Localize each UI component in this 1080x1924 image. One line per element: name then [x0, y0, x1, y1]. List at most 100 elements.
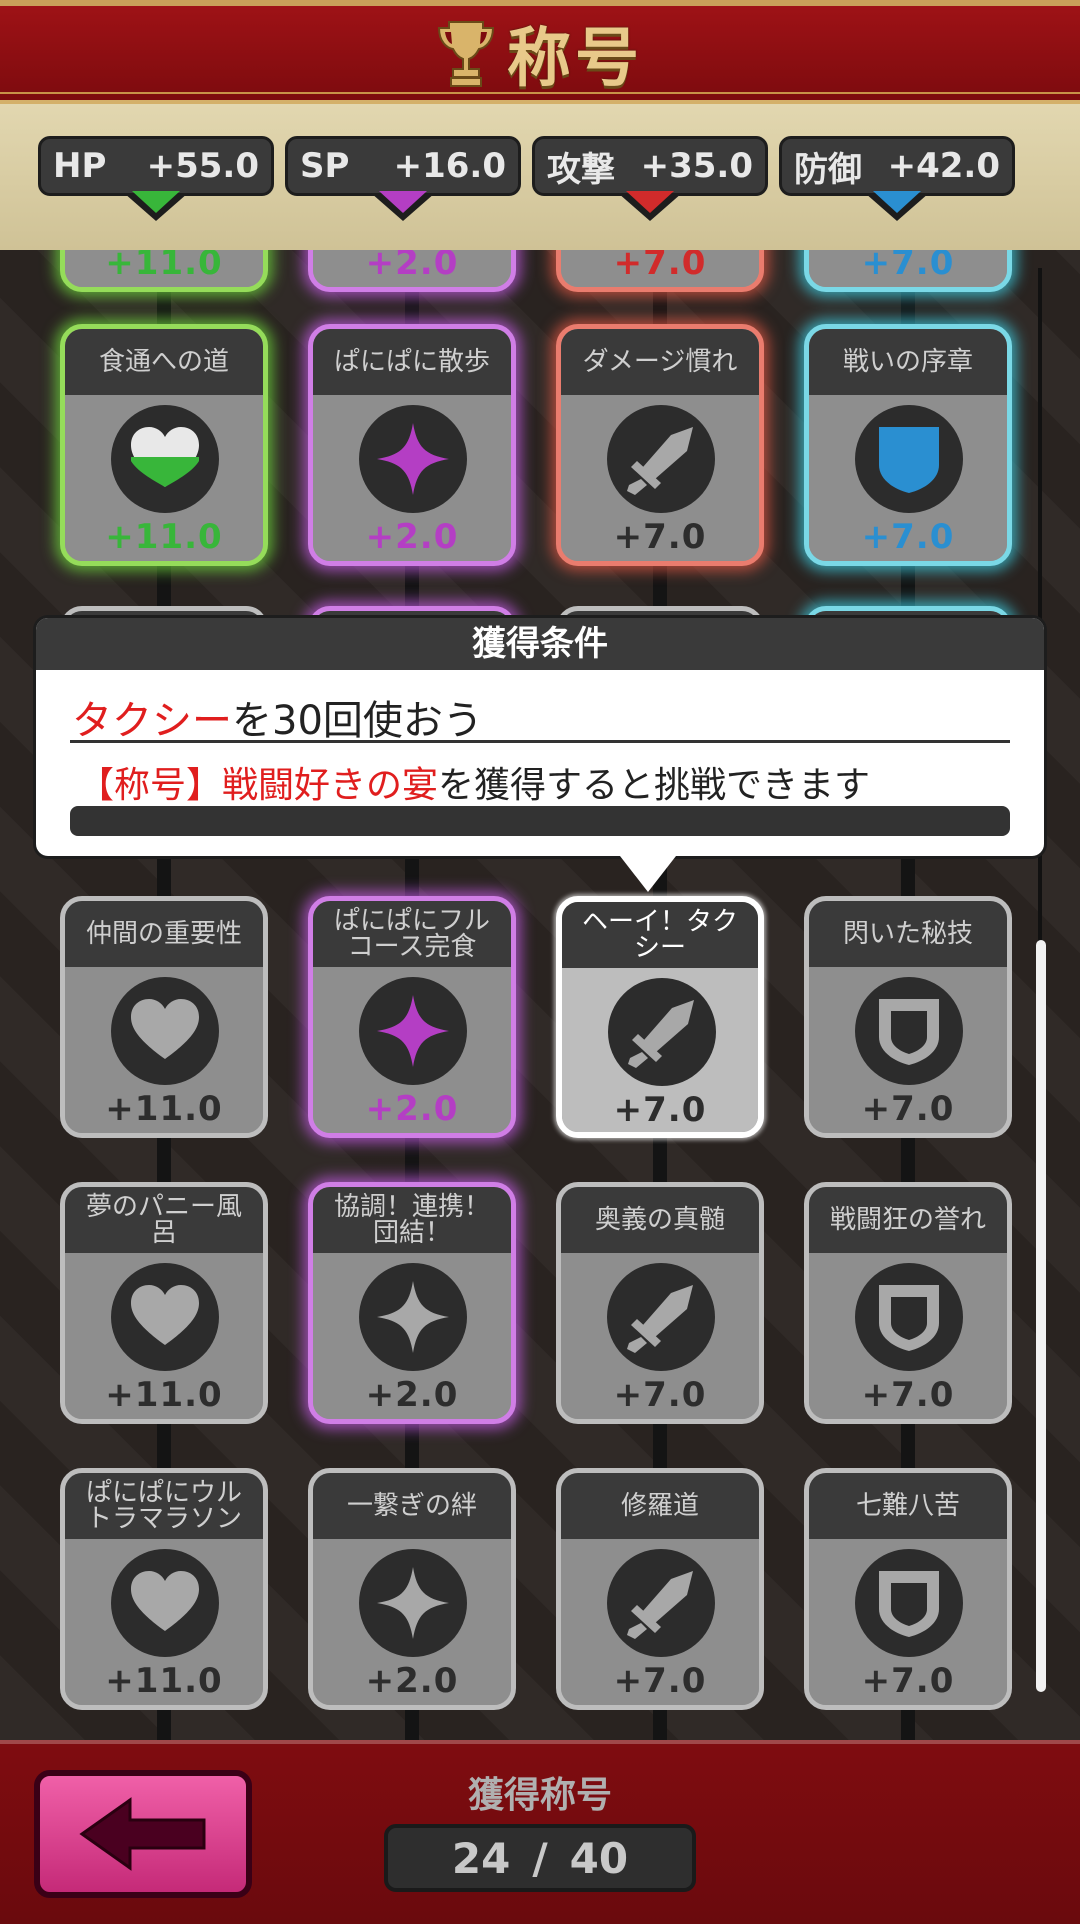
card-body: +7.0 — [809, 1539, 1007, 1705]
star-icon — [359, 977, 467, 1085]
acquired-titles-label: 獲得称号 — [467, 1775, 612, 1816]
card-value: +7.0 — [613, 1661, 707, 1701]
page-title: 称号 — [507, 22, 643, 96]
card-body: +7.0 — [561, 1253, 759, 1419]
popup-divider — [70, 740, 1010, 743]
sword-icon — [607, 1263, 715, 1371]
stat-value: +35.0 — [640, 146, 753, 186]
title-card-partial[interactable]: +7.0 — [804, 250, 1012, 292]
title-card-8[interactable]: 閃いた秘技 +7.0 — [804, 896, 1012, 1138]
sword-icon — [607, 1549, 715, 1657]
popup-tail — [620, 856, 676, 892]
condition-text: タクシーを30回使おう — [72, 688, 483, 746]
heart-icon — [111, 1549, 219, 1657]
title-card-13[interactable]: ぱにぱにウル トラマラソン +11.0 — [60, 1468, 268, 1710]
prerequisite-prefix: 【称号】 — [78, 765, 223, 806]
card-body: +7.0 — [562, 968, 758, 1132]
card-value: +7.0 — [613, 1090, 707, 1130]
card-body: +7.0 — [561, 1539, 759, 1705]
card-value: +11.0 — [105, 1089, 223, 1129]
card-value: +11.0 — [105, 250, 223, 283]
condition-highlight: タクシー — [72, 698, 232, 744]
prerequisite-rest: を獲得すると挑戦できます — [438, 765, 871, 806]
card-value: +7.0 — [613, 1375, 707, 1415]
card-title: 七難八苦 — [809, 1473, 1007, 1539]
card-body: +11.0 — [65, 1539, 263, 1705]
stat-pointer — [124, 191, 188, 221]
sword-icon — [607, 405, 715, 513]
card-title: 一繋ぎの絆 — [313, 1473, 511, 1539]
title-card-14[interactable]: 一繋ぎの絆 +2.0 — [308, 1468, 516, 1710]
star-icon — [359, 1549, 467, 1657]
title-card-4[interactable]: 戦いの序章 +7.0 — [804, 324, 1012, 566]
stat-pointer — [618, 191, 682, 221]
card-value: +2.0 — [365, 1089, 459, 1129]
stat-hp: HP +55.0 — [38, 136, 274, 221]
footer: 獲得称号 24 / 40 — [0, 1740, 1080, 1924]
card-title: 仲間の重要性 — [65, 901, 263, 967]
title-card-1[interactable]: 食通への道 +11.0 — [60, 324, 268, 566]
counter-separator: / — [532, 1833, 548, 1883]
card-value: +7.0 — [861, 1089, 955, 1129]
card-title: 閃いた秘技 — [809, 901, 1007, 967]
stat-pointer — [371, 191, 435, 221]
card-title: 戦いの序章 — [809, 329, 1007, 395]
title-card-9[interactable]: 夢のパニー風 呂 +11.0 — [60, 1182, 268, 1424]
title-card-16[interactable]: 七難八苦 +7.0 — [804, 1468, 1012, 1710]
card-body: +7.0 — [561, 395, 759, 561]
title-card-6[interactable]: ぱにぱにフル コース完食 +2.0 — [308, 896, 516, 1138]
condition-rest: を30回使おう — [232, 698, 483, 744]
acquisition-conditions-popup: 獲得条件 タクシーを30回使おう 【称号】戦闘好きの宴を獲得すると挑戦できます — [36, 618, 1044, 856]
title-card-partial[interactable]: +2.0 — [308, 250, 516, 292]
stat-label: 防御 — [794, 149, 862, 190]
star-icon — [359, 1263, 467, 1371]
title-counter: 24 / 40 — [384, 1824, 696, 1892]
card-value: +7.0 — [861, 250, 955, 283]
card-title: 食通への道 — [65, 329, 263, 395]
progress-bar — [70, 806, 1010, 836]
stat-attack: 攻撃 +35.0 — [532, 136, 768, 221]
title-card-11[interactable]: 奥義の真髄 +7.0 — [556, 1182, 764, 1424]
star-icon — [359, 405, 467, 513]
card-value: +7.0 — [613, 517, 707, 557]
stat-value: +16.0 — [393, 146, 506, 186]
stat-value: +42.0 — [887, 146, 1000, 186]
stat-defense: 防御 +42.0 — [779, 136, 1015, 221]
popup-title: 獲得条件 — [36, 618, 1044, 670]
title-card-15[interactable]: 修羅道 +7.0 — [556, 1468, 764, 1710]
card-value: +2.0 — [365, 1661, 459, 1701]
scrollbar-thumb[interactable] — [1036, 940, 1046, 1692]
title-card-partial[interactable]: +7.0 — [556, 250, 764, 292]
card-title: ダメージ慣れ — [561, 329, 759, 395]
stat-label: SP — [300, 146, 350, 186]
title-card-10[interactable]: 協調！連携！ 団結！ +2.0 — [308, 1182, 516, 1424]
card-body: +7.0 — [809, 395, 1007, 561]
title-card-7[interactable]: ヘーイ！タク シー +7.0 — [556, 896, 764, 1138]
heart-icon — [111, 1263, 219, 1371]
title-card-12[interactable]: 戦闘狂の誉れ +7.0 — [804, 1182, 1012, 1424]
card-value: +2.0 — [365, 1375, 459, 1415]
stat-value: +55.0 — [146, 146, 259, 186]
card-body: +2.0 — [313, 1253, 511, 1419]
card-body: +2.0 — [313, 395, 511, 561]
title-card-partial[interactable]: +11.0 — [60, 250, 268, 292]
card-value: +11.0 — [105, 517, 223, 557]
total-count: 40 — [569, 1833, 629, 1883]
title-grid[interactable]: +11.0 +2.0 +7.0 +7.0 食通への道 +11.0 ぱにぱに散歩 +2.… — [0, 250, 1080, 1740]
title-bar: 称号 — [0, 0, 1080, 104]
card-body: +2.0 — [313, 1539, 511, 1705]
card-title: 奥義の真髄 — [561, 1187, 759, 1253]
card-body: +7.0 — [809, 1253, 1007, 1419]
stat-label: HP — [53, 146, 107, 186]
card-title: ぱにぱにウル トラマラソン — [65, 1473, 263, 1539]
title-card-2[interactable]: ぱにぱに散歩 +2.0 — [308, 324, 516, 566]
card-title: 戦闘狂の誉れ — [809, 1187, 1007, 1253]
title-card-5[interactable]: 仲間の重要性 +11.0 — [60, 896, 268, 1138]
card-body: +11.0 — [65, 1253, 263, 1419]
shield-icon — [855, 405, 963, 513]
trophy-icon — [437, 21, 495, 87]
shield-icon — [855, 1263, 963, 1371]
card-value: +7.0 — [861, 1661, 955, 1701]
prerequisite-highlight: 戦闘好きの宴 — [222, 765, 439, 806]
title-card-3[interactable]: ダメージ慣れ +7.0 — [556, 324, 764, 566]
